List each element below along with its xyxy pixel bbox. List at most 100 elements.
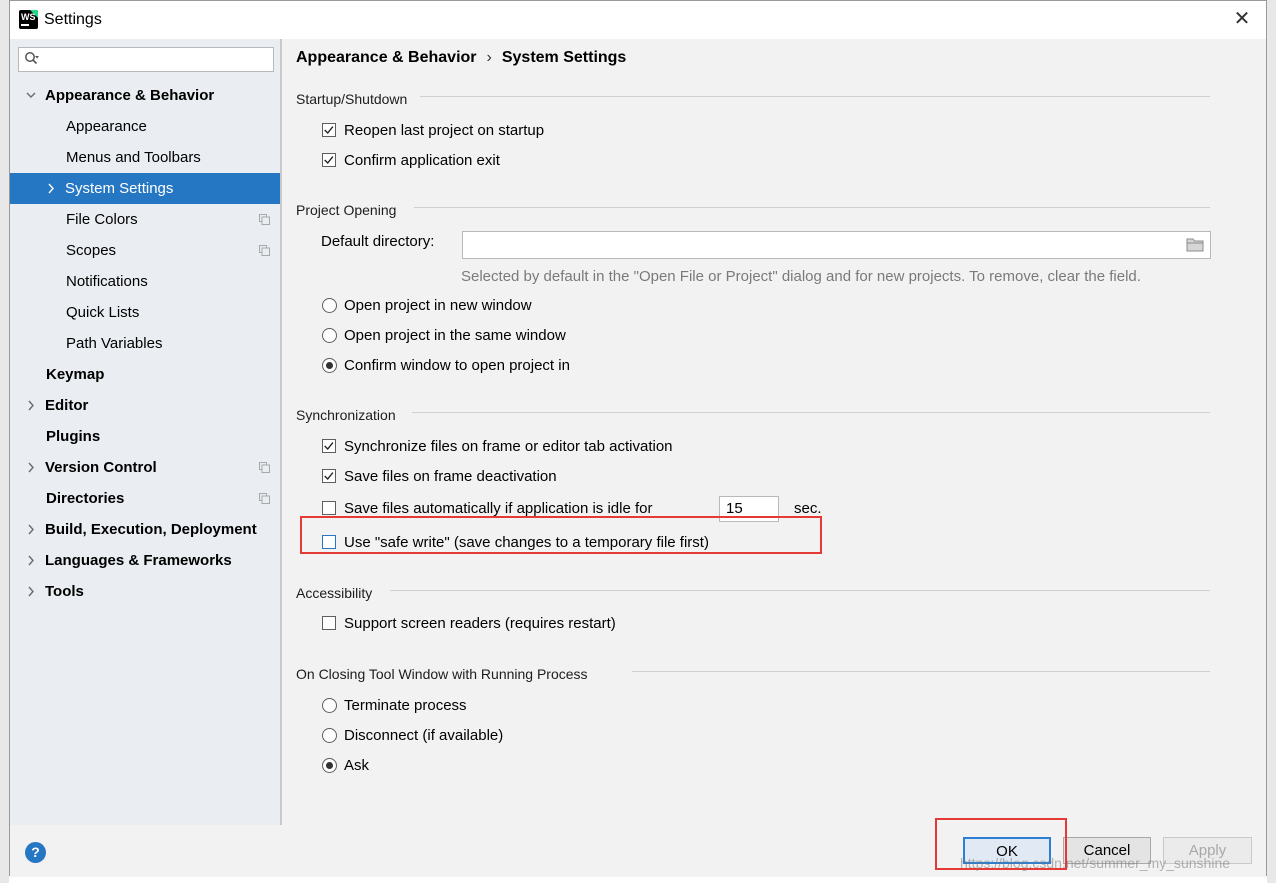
- sidebar-item-languages-frameworks[interactable]: Languages & Frameworks: [10, 545, 280, 576]
- sidebar-item-label: Languages & Frameworks: [45, 552, 232, 569]
- checkbox-box: [322, 616, 336, 630]
- chevron-right-icon[interactable]: [25, 514, 37, 545]
- sidebar-item-menus-and-toolbars[interactable]: Menus and Toolbars: [10, 142, 280, 173]
- sidebar-item-label: Menus and Toolbars: [66, 149, 201, 166]
- project-config-icon: [259, 493, 270, 504]
- radio-circle: [322, 698, 337, 713]
- settings-sidebar: Appearance & Behavior Appearance Menus and…: [10, 39, 282, 825]
- project-config-icon: [259, 214, 270, 225]
- chevron-right-icon[interactable]: [25, 390, 37, 421]
- chevron-right-icon[interactable]: [45, 173, 57, 204]
- sidebar-item-system-settings[interactable]: System Settings: [10, 173, 280, 204]
- checkbox-label: Synchronize files on frame or editor tab…: [344, 438, 673, 455]
- radio-dot: [326, 362, 333, 369]
- background-strip-left: [0, 0, 9, 883]
- radio-circle: [322, 298, 337, 313]
- project-config-icon: [259, 462, 270, 473]
- radio-circle: [322, 358, 337, 373]
- sidebar-item-label: Editor: [45, 397, 89, 414]
- checkbox-label: Reopen last project on startup: [344, 122, 545, 139]
- divider: [412, 412, 1210, 413]
- sidebar-item-scopes[interactable]: Scopes: [10, 235, 280, 266]
- radio-circle: [322, 758, 337, 773]
- sidebar-item-label: Appearance: [66, 118, 147, 135]
- sidebar-item-plugins[interactable]: Plugins: [10, 421, 280, 452]
- sidebar-item-appearance-behavior[interactable]: Appearance & Behavior: [10, 80, 280, 111]
- radio-circle: [322, 328, 337, 343]
- checkbox-box: [322, 153, 336, 167]
- sidebar-item-label: Appearance & Behavior: [45, 87, 215, 104]
- chevron-right-icon[interactable]: [25, 452, 37, 483]
- breadcrumb-parent[interactable]: Appearance & Behavior: [296, 49, 477, 66]
- sidebar-item-notifications[interactable]: Notifications: [10, 266, 280, 297]
- settings-content: Appearance & Behavior › System Settings St…: [282, 39, 1266, 825]
- sidebar-item-label: Quick Lists: [66, 304, 140, 321]
- sidebar-item-label: Path Variables: [66, 335, 163, 352]
- default-directory-label: Default directory:: [321, 233, 435, 250]
- section-accessibility-title: Accessibility: [296, 585, 373, 601]
- section-startup-title: Startup/Shutdown: [296, 91, 408, 107]
- checkbox-label: Save files on frame deactivation: [344, 468, 557, 485]
- sidebar-item-label: File Colors: [66, 211, 138, 228]
- sidebar-item-directories[interactable]: Directories: [10, 483, 280, 514]
- annotation-highlight-safe-write: [300, 516, 822, 554]
- sidebar-item-label: Plugins: [46, 428, 101, 445]
- sidebar-item-label: Keymap: [46, 366, 105, 383]
- title-bar: WS Settings ✕: [10, 1, 1266, 39]
- checkbox-box: [322, 123, 336, 137]
- webstorm-logo-icon: WS: [19, 10, 38, 29]
- sidebar-item-label: Tools: [45, 583, 84, 600]
- folder-icon[interactable]: [1186, 237, 1204, 252]
- chevron-down-icon[interactable]: [25, 80, 37, 111]
- radio-label: Open project in new window: [344, 297, 532, 314]
- section-synchronization-title: Synchronization: [296, 407, 396, 423]
- sidebar-item-label: Version Control: [45, 459, 157, 476]
- watermark-text: https://blog.csdn.net/summer_my_sunshine: [960, 855, 1231, 871]
- checkbox-box: [322, 501, 336, 515]
- checkmark-icon: [324, 472, 334, 481]
- breadcrumb-separator: ›: [486, 49, 492, 66]
- chevron-right-icon[interactable]: [25, 576, 37, 607]
- sidebar-item-quick-lists[interactable]: Quick Lists: [10, 297, 280, 328]
- checkbox-box: [322, 469, 336, 483]
- divider: [390, 590, 1210, 591]
- default-directory-field[interactable]: [462, 231, 1211, 259]
- radio-label: Open project in the same window: [344, 327, 566, 344]
- close-icon[interactable]: ✕: [1230, 7, 1254, 31]
- window-title: Settings: [44, 11, 102, 28]
- radio-label: Disconnect (if available): [344, 727, 504, 744]
- default-directory-hint: Selected by default in the "Open File or…: [461, 268, 1141, 285]
- radio-label: Confirm window to open project in: [344, 357, 570, 374]
- section-project-opening-title: Project Opening: [296, 202, 397, 218]
- sidebar-item-label: Notifications: [66, 273, 148, 290]
- sidebar-item-build-execution-deployment[interactable]: Build, Execution, Deployment: [10, 514, 280, 545]
- sidebar-item-label: Scopes: [66, 242, 117, 259]
- section-closing-title: On Closing Tool Window with Running Proc…: [296, 666, 588, 682]
- sidebar-item-version-control[interactable]: Version Control: [10, 452, 280, 483]
- help-icon[interactable]: ?: [25, 842, 46, 863]
- checkmark-icon: [324, 156, 334, 165]
- divider: [632, 671, 1210, 672]
- sidebar-item-label: Build, Execution, Deployment: [45, 521, 257, 538]
- sidebar-item-file-colors[interactable]: File Colors: [10, 204, 280, 235]
- background-strip-right: [1267, 0, 1276, 883]
- radio-dot: [326, 762, 333, 769]
- settings-dialog: WS Settings ✕ Appearance & Behavior Appea…: [9, 0, 1267, 877]
- dialog-footer: ? OK Cancel Apply https://blog.csdn.net/…: [10, 818, 1266, 877]
- checkmark-icon: [324, 442, 334, 451]
- divider: [414, 207, 1210, 208]
- sidebar-item-label: System Settings: [65, 180, 174, 197]
- chevron-right-icon[interactable]: [25, 545, 37, 576]
- sidebar-item-label: Directories: [46, 490, 125, 507]
- sidebar-item-editor[interactable]: Editor: [10, 390, 280, 421]
- sidebar-item-appearance[interactable]: Appearance: [10, 111, 280, 142]
- project-config-icon: [259, 245, 270, 256]
- search-input[interactable]: [18, 47, 274, 72]
- sidebar-item-path-variables[interactable]: Path Variables: [10, 328, 280, 359]
- sidebar-item-tools[interactable]: Tools: [10, 576, 280, 607]
- radio-label: Terminate process: [344, 697, 467, 714]
- sidebar-item-keymap[interactable]: Keymap: [10, 359, 280, 390]
- breadcrumb-current: System Settings: [501, 49, 627, 66]
- checkbox-label: Support screen readers (requires restart…: [344, 615, 616, 632]
- checkbox-label: Confirm application exit: [344, 152, 500, 169]
